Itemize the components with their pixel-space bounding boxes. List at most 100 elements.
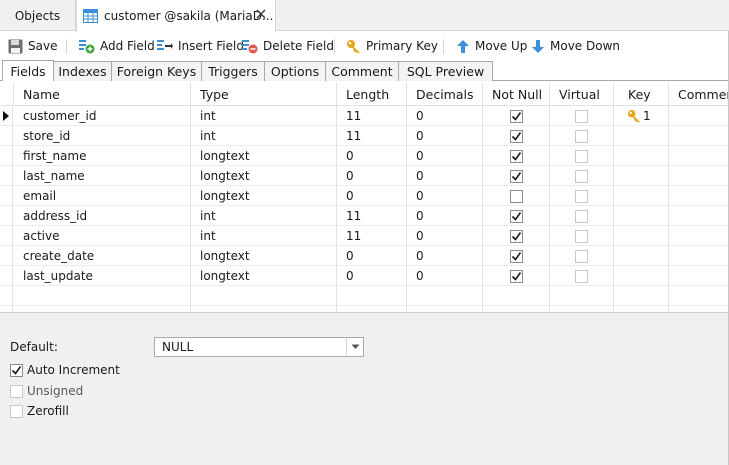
row-indicator[interactable] bbox=[0, 126, 13, 146]
cell-length[interactable]: 11 bbox=[337, 126, 407, 146]
not-null-checkbox[interactable] bbox=[509, 149, 523, 163]
cell-length[interactable] bbox=[337, 286, 407, 306]
zerofill-checkbox[interactable]: Zerofill bbox=[10, 404, 69, 418]
cell-key[interactable] bbox=[614, 166, 669, 186]
cell-decimals[interactable]: 0 bbox=[407, 226, 483, 246]
cell-type[interactable]: longtext bbox=[191, 246, 337, 266]
tab-customer-table[interactable]: customer @sakila (MariaD... bbox=[76, 0, 276, 32]
row-indicator[interactable] bbox=[0, 146, 13, 166]
table-row[interactable]: address_id int 11 0 bbox=[0, 206, 729, 226]
column-header-virtual[interactable]: Virtual bbox=[550, 82, 614, 106]
empty-table-row[interactable] bbox=[0, 286, 729, 306]
cell-name[interactable]: store_id bbox=[14, 126, 191, 146]
virtual-checkbox[interactable] bbox=[575, 229, 588, 243]
virtual-checkbox[interactable] bbox=[575, 169, 588, 183]
row-indicator[interactable] bbox=[0, 266, 13, 286]
cell-comment[interactable] bbox=[669, 186, 729, 206]
auto-increment-checkbox[interactable]: Auto Increment bbox=[10, 363, 120, 377]
auto-increment-check[interactable] bbox=[10, 363, 23, 377]
cell-decimals[interactable]: 0 bbox=[407, 246, 483, 266]
virtual-checkbox[interactable] bbox=[575, 129, 588, 143]
unsigned-checkbox[interactable]: Unsigned bbox=[10, 384, 83, 398]
cell-name[interactable]: last_name bbox=[14, 166, 191, 186]
virtual-checkbox[interactable] bbox=[575, 249, 588, 263]
column-header-name[interactable]: Name bbox=[14, 82, 191, 106]
cell-not-null[interactable] bbox=[483, 286, 550, 306]
cell-length[interactable]: 11 bbox=[337, 106, 407, 126]
tab-options[interactable]: Options bbox=[264, 61, 326, 81]
cell-type[interactable] bbox=[191, 286, 337, 306]
table-row[interactable]: active int 11 0 bbox=[0, 226, 729, 246]
not-null-checkbox[interactable] bbox=[509, 129, 523, 143]
cell-key[interactable] bbox=[614, 266, 669, 286]
virtual-checkbox[interactable] bbox=[575, 269, 588, 283]
virtual-checkbox[interactable] bbox=[575, 109, 588, 123]
cell-virtual[interactable] bbox=[550, 186, 614, 206]
cell-comment[interactable] bbox=[669, 106, 729, 126]
cell-type[interactable]: longtext bbox=[191, 266, 337, 286]
cell-not-null[interactable] bbox=[483, 246, 550, 266]
cell-name[interactable]: create_date bbox=[14, 246, 191, 266]
cell-length[interactable]: 0 bbox=[337, 166, 407, 186]
cell-decimals[interactable]: 0 bbox=[407, 106, 483, 126]
cell-key[interactable] bbox=[614, 146, 669, 166]
cell-comment[interactable] bbox=[669, 246, 729, 266]
unsigned-check[interactable] bbox=[10, 384, 23, 398]
delete-field-button[interactable]: Delete Field bbox=[241, 32, 334, 60]
chevron-down-icon[interactable] bbox=[346, 338, 363, 356]
virtual-checkbox[interactable] bbox=[575, 209, 588, 223]
default-select[interactable]: NULL bbox=[154, 337, 364, 357]
cell-not-null[interactable] bbox=[483, 106, 550, 126]
cell-virtual[interactable] bbox=[550, 246, 614, 266]
virtual-checkbox[interactable] bbox=[575, 189, 588, 203]
column-header-length[interactable]: Length bbox=[337, 82, 407, 106]
table-row[interactable]: last_update longtext 0 0 bbox=[0, 266, 729, 286]
cell-decimals[interactable]: 0 bbox=[407, 146, 483, 166]
table-row[interactable]: store_id int 11 0 bbox=[0, 126, 729, 146]
cell-type[interactable]: int bbox=[191, 126, 337, 146]
row-indicator[interactable] bbox=[0, 286, 13, 306]
cell-length[interactable]: 0 bbox=[337, 146, 407, 166]
move-up-button[interactable]: Move Up bbox=[456, 32, 527, 60]
table-row[interactable]: first_name longtext 0 0 bbox=[0, 146, 729, 166]
cell-type[interactable]: longtext bbox=[191, 166, 337, 186]
cell-not-null[interactable] bbox=[483, 226, 550, 246]
table-row[interactable]: create_date longtext 0 0 bbox=[0, 246, 729, 266]
cell-virtual[interactable] bbox=[550, 106, 614, 126]
cell-name[interactable]: customer_id bbox=[14, 106, 191, 126]
table-row[interactable]: customer_id int 11 0 1 bbox=[0, 106, 729, 126]
cell-comment[interactable] bbox=[669, 206, 729, 226]
tab-triggers[interactable]: Triggers bbox=[201, 61, 265, 81]
cell-virtual[interactable] bbox=[550, 266, 614, 286]
cell-not-null[interactable] bbox=[483, 186, 550, 206]
not-null-checkbox[interactable] bbox=[509, 229, 523, 243]
cell-not-null[interactable] bbox=[483, 166, 550, 186]
table-row[interactable]: last_name longtext 0 0 bbox=[0, 166, 729, 186]
cell-name[interactable]: active bbox=[14, 226, 191, 246]
row-indicator[interactable] bbox=[0, 206, 13, 226]
cell-length[interactable]: 0 bbox=[337, 246, 407, 266]
cell-name[interactable]: last_update bbox=[14, 266, 191, 286]
cell-virtual[interactable] bbox=[550, 286, 614, 306]
cell-comment[interactable] bbox=[669, 226, 729, 246]
not-null-checkbox[interactable] bbox=[509, 109, 523, 123]
cell-decimals[interactable]: 0 bbox=[407, 266, 483, 286]
not-null-checkbox[interactable] bbox=[509, 249, 523, 263]
row-indicator[interactable] bbox=[0, 226, 13, 246]
cell-virtual[interactable] bbox=[550, 166, 614, 186]
cell-not-null[interactable] bbox=[483, 126, 550, 146]
tab-fields[interactable]: Fields bbox=[2, 60, 54, 81]
cell-type[interactable]: longtext bbox=[191, 146, 337, 166]
column-header-key[interactable]: Key bbox=[614, 82, 669, 106]
cell-name[interactable]: address_id bbox=[14, 206, 191, 226]
row-indicator[interactable] bbox=[0, 166, 13, 186]
cell-comment[interactable] bbox=[669, 266, 729, 286]
cell-length[interactable]: 11 bbox=[337, 206, 407, 226]
cell-decimals[interactable]: 0 bbox=[407, 186, 483, 206]
cell-type[interactable]: int bbox=[191, 106, 337, 126]
cell-not-null[interactable] bbox=[483, 266, 550, 286]
tab-sql-preview[interactable]: SQL Preview bbox=[398, 61, 493, 81]
cell-name[interactable]: email bbox=[14, 186, 191, 206]
row-indicator[interactable] bbox=[0, 246, 13, 266]
cell-virtual[interactable] bbox=[550, 146, 614, 166]
